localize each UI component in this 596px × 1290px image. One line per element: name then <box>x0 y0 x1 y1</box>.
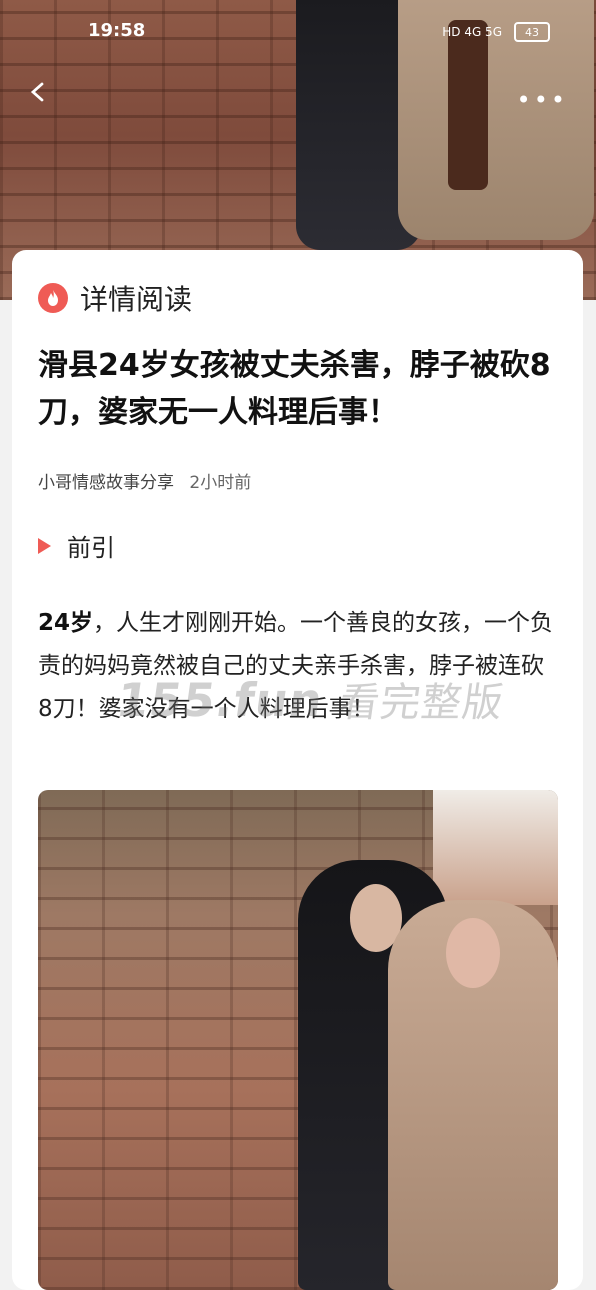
status-time: 19:58 <box>88 20 146 41</box>
post-time: 2小时前 <box>189 473 252 493</box>
photo-face-right <box>446 918 500 988</box>
photo-sky <box>433 790 558 905</box>
watermark-text: 看完整版 <box>336 680 507 726</box>
section-header: 前引 <box>38 528 115 563</box>
article-meta: 小哥情感故事分享 2小时前 <box>38 468 251 493</box>
article-photo <box>38 790 558 1290</box>
network-icon: HD 4G 5G <box>442 25 502 39</box>
watermark-domain: 155.fun <box>113 673 327 727</box>
author-name[interactable]: 小哥情感故事分享 <box>38 473 174 493</box>
fire-icon <box>38 283 68 313</box>
more-dots-icon[interactable]: ••• <box>517 86 568 114</box>
reader-header: 详情阅读 <box>38 278 192 318</box>
body-lead: 24岁 <box>38 610 94 636</box>
status-bar: 19:58 HD 4G 5G 43 <box>0 0 596 60</box>
back-arrow-icon[interactable] <box>28 82 48 102</box>
article-card: 详情阅读 滑县24岁女孩被丈夫杀害，脖子被砍8刀，婆家无一人料理后事！ 小哥情感… <box>12 250 583 1290</box>
article-title: 滑县24岁女孩被丈夫杀害，脖子被砍8刀，婆家无一人料理后事！ <box>38 348 551 430</box>
section-label: 前引 <box>67 534 115 562</box>
play-icon <box>38 537 51 554</box>
watermark: 155.fun 看完整版 <box>113 670 508 728</box>
reader-title: 详情阅读 <box>80 283 193 316</box>
photo-person-right <box>388 900 558 1290</box>
battery-icon: 43 <box>514 22 550 42</box>
status-icons: HD 4G 5G 43 <box>442 22 550 42</box>
